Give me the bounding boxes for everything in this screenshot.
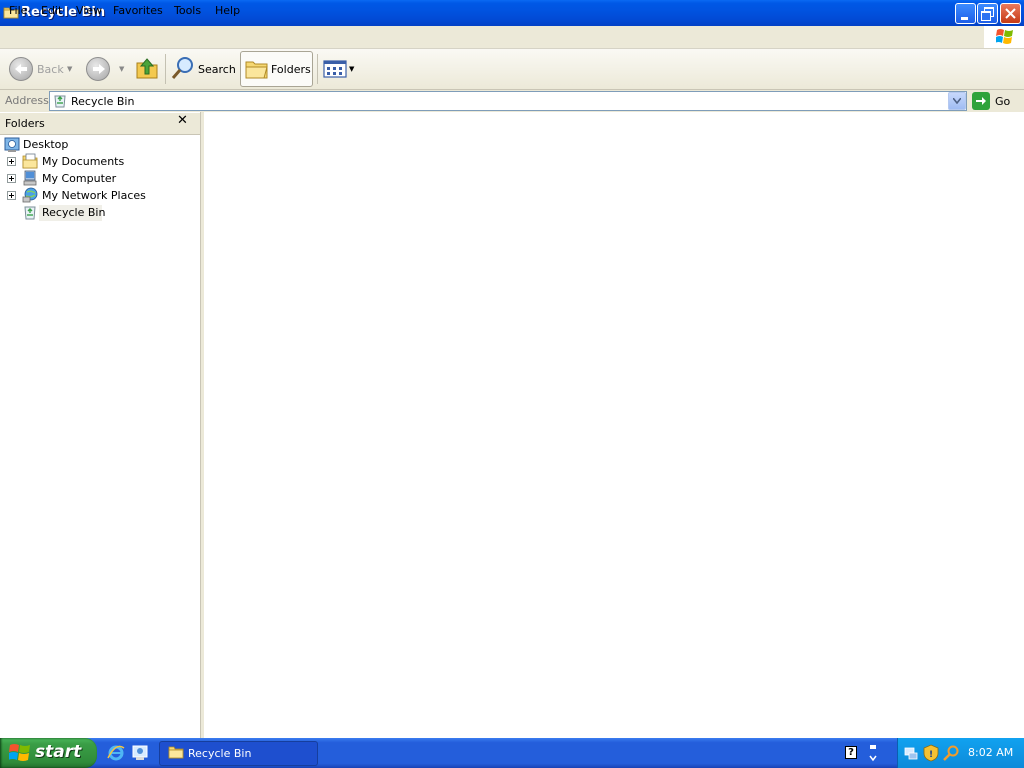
close-button[interactable]: [1000, 3, 1021, 24]
forward-button[interactable]: [86, 57, 110, 81]
recycle-bin-icon: [54, 95, 66, 108]
menu-bar: [0, 26, 1024, 49]
address-label: Address: [5, 94, 49, 107]
go-label[interactable]: Go: [995, 95, 1010, 108]
search-icon[interactable]: [171, 56, 195, 80]
expand-network-places-icon[interactable]: [7, 191, 16, 200]
views-dropdown-icon[interactable]: ▼: [349, 65, 354, 73]
back-button[interactable]: [9, 57, 33, 81]
go-arrow-icon: [976, 97, 986, 105]
windows-flag-icon: [9, 744, 30, 761]
internet-explorer-icon[interactable]: [107, 744, 125, 762]
recycle-bin-icon: [24, 206, 36, 220]
tree-item-recycle-bin[interactable]: Recycle Bin: [42, 206, 105, 219]
help-icon[interactable]: ?: [845, 746, 857, 759]
menu-view[interactable]: View: [76, 4, 102, 17]
windows-flag-icon: [996, 29, 1013, 44]
minimize-button[interactable]: [955, 3, 976, 24]
clock[interactable]: 8:02 AM: [968, 746, 1013, 759]
address-dropdown-button[interactable]: [948, 92, 966, 110]
show-desktop-icon[interactable]: [131, 744, 149, 762]
taskbar-button-label: Recycle Bin: [188, 747, 252, 760]
tree-item-my-computer[interactable]: My Computer: [42, 172, 116, 185]
windows-logo: [984, 26, 1024, 48]
expand-my-documents-icon[interactable]: [7, 157, 16, 166]
menu-file[interactable]: File: [9, 4, 27, 17]
toolbar-separator: [317, 54, 318, 84]
back-history-dropdown-icon[interactable]: ▼: [67, 65, 72, 73]
close-icon: [1005, 8, 1016, 19]
menu-help[interactable]: Help: [215, 4, 240, 17]
back-arrow-icon: [15, 64, 27, 74]
address-field[interactable]: [49, 91, 967, 111]
up-folder-icon[interactable]: [135, 55, 159, 81]
address-value: Recycle Bin: [71, 95, 135, 108]
back-label: Back: [37, 63, 64, 76]
toolbar-separator: [165, 54, 166, 84]
folders-button-label: Folders: [271, 63, 311, 76]
views-icon[interactable]: [323, 60, 347, 78]
desktop-icon: [4, 137, 20, 152]
chevron-down-icon: [953, 98, 961, 104]
forward-arrow-icon: [93, 64, 105, 74]
menu-edit[interactable]: Edit: [41, 4, 62, 17]
expand-my-computer-icon[interactable]: [7, 174, 16, 183]
menu-tools[interactable]: Tools: [174, 4, 201, 17]
tree-item-my-network-places[interactable]: My Network Places: [42, 189, 146, 202]
security-shield-icon[interactable]: !: [923, 744, 939, 762]
restore-button[interactable]: [977, 3, 998, 24]
folder-icon: [168, 746, 184, 759]
network-status-icon[interactable]: [903, 745, 919, 761]
svg-text:!: !: [929, 750, 933, 760]
tree-item-desktop[interactable]: Desktop: [23, 138, 68, 151]
go-button[interactable]: [972, 92, 990, 110]
menu-favorites[interactable]: Favorites: [113, 4, 163, 17]
tray-arrows-icon[interactable]: [866, 743, 880, 763]
folders-pane-title: Folders: [5, 117, 45, 130]
start-label[interactable]: start: [35, 742, 81, 762]
folders-icon: [245, 61, 268, 79]
my-computer-icon: [23, 170, 37, 186]
minimize-icon: [961, 17, 968, 20]
forward-history-dropdown-icon[interactable]: ▼: [119, 65, 124, 73]
network-places-icon: [22, 187, 38, 203]
file-list-area[interactable]: [204, 112, 1024, 738]
folders-pane-close-button[interactable]: ✕: [177, 113, 188, 128]
search-tray-icon[interactable]: [942, 745, 960, 761]
search-button-label[interactable]: Search: [198, 63, 236, 76]
my-documents-icon: [22, 153, 38, 169]
tree-item-my-documents[interactable]: My Documents: [42, 155, 124, 168]
